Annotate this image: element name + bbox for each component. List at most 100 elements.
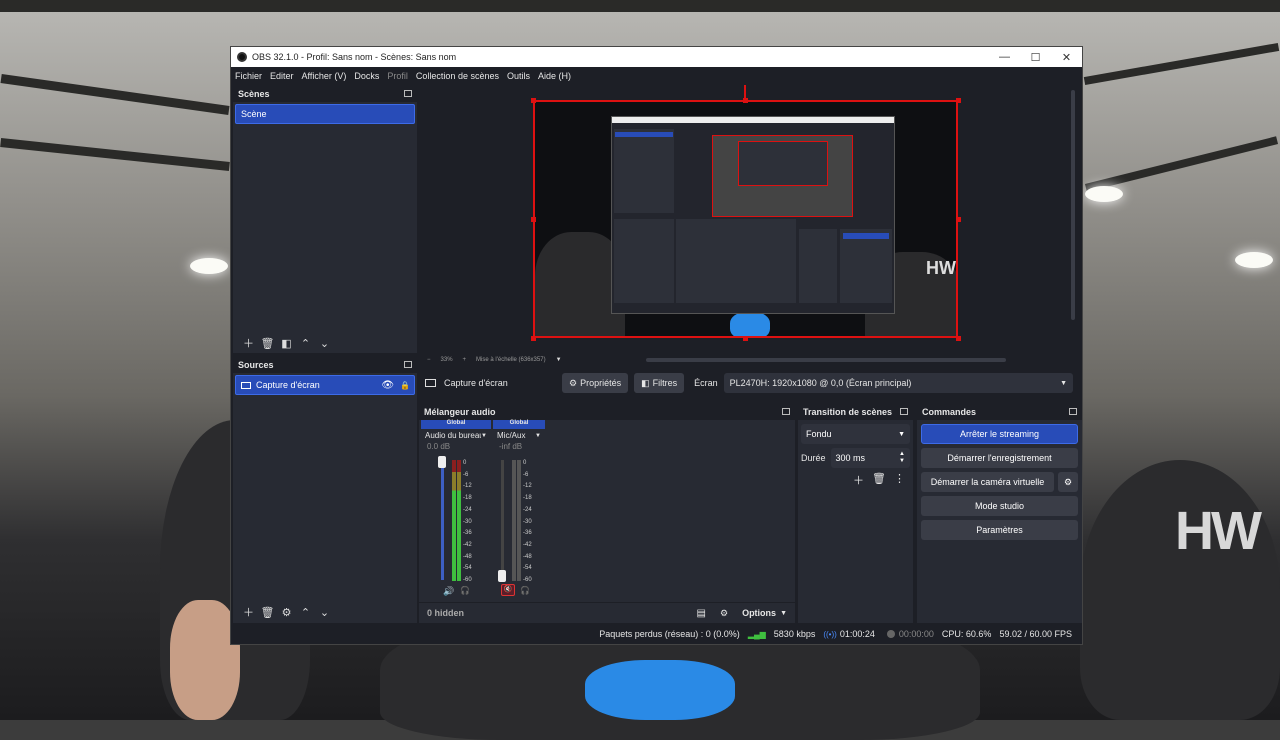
duration-spinbox[interactable]: 300 ms ▲ ▼ bbox=[830, 448, 910, 468]
channel-name-select[interactable]: Mic/Aux ▼ bbox=[493, 429, 545, 442]
add-icon[interactable]: ＋ bbox=[239, 335, 258, 351]
level-meter bbox=[457, 460, 461, 581]
layout-icon[interactable]: ▤ bbox=[697, 608, 706, 619]
speaker-icon[interactable]: 🔊 bbox=[443, 586, 454, 597]
resize-handle[interactable] bbox=[531, 336, 536, 341]
chevron-down-icon[interactable]: ▼ bbox=[780, 610, 787, 617]
meter-tick: -54 bbox=[463, 565, 472, 572]
studio-mode-button[interactable]: Mode studio bbox=[921, 496, 1078, 516]
trash-icon[interactable]: 🗑 bbox=[872, 472, 886, 488]
chevron-down-icon[interactable]: ▼ bbox=[556, 357, 562, 363]
gear-icon[interactable]: ⚙ bbox=[1058, 472, 1078, 492]
undock-icon[interactable] bbox=[782, 408, 790, 415]
resize-handle[interactable] bbox=[956, 217, 961, 222]
resize-handle[interactable] bbox=[956, 336, 961, 341]
menu-afficher[interactable]: Afficher (V) bbox=[302, 71, 347, 81]
volume-slider-handle[interactable] bbox=[498, 570, 506, 582]
menu-bar: Fichier Editer Afficher (V) Docks Profil… bbox=[231, 67, 1082, 84]
maximize-button[interactable]: ☐ bbox=[1020, 51, 1051, 64]
minimize-button[interactable]: — bbox=[989, 51, 1020, 64]
sources-toolbar: ＋ 🗑 ⚙ ⌃ ⌄ bbox=[233, 602, 417, 622]
gear-icon: ⚙ bbox=[569, 377, 578, 388]
up-arrow-icon[interactable]: ⌃ bbox=[296, 606, 315, 619]
add-icon[interactable]: ＋ bbox=[239, 604, 258, 620]
down-arrow-icon[interactable]: ⌄ bbox=[315, 606, 334, 619]
level-meter bbox=[512, 460, 516, 581]
start-recording-button[interactable]: Démarrer l'enregistrement bbox=[921, 448, 1078, 468]
audio-mixer-header: Mélangeur audio bbox=[419, 403, 795, 420]
properties-label: Propriétés bbox=[580, 378, 622, 388]
zoom-in-icon[interactable]: + bbox=[463, 357, 467, 363]
close-button[interactable]: ✕ bbox=[1051, 51, 1082, 64]
scene-item[interactable]: Scène bbox=[235, 104, 415, 124]
audio-mixer-footer: 0 hidden ▤ ⚙ Options ▼ bbox=[419, 602, 795, 623]
advanced-settings-icon[interactable]: ⚙ bbox=[720, 608, 728, 619]
undock-icon[interactable] bbox=[1069, 408, 1077, 415]
properties-button[interactable]: ⚙ Propriétés bbox=[562, 373, 629, 393]
eye-icon[interactable]: 👁 bbox=[381, 380, 394, 391]
spin-arrows-icon[interactable]: ▲ ▼ bbox=[899, 451, 905, 465]
undock-icon[interactable] bbox=[404, 90, 412, 97]
menu-editer[interactable]: Editer bbox=[270, 71, 294, 81]
hw-wall-logo: HW bbox=[926, 258, 956, 278]
rotation-handle[interactable] bbox=[744, 85, 746, 98]
resize-handle[interactable] bbox=[531, 98, 536, 103]
up-arrow-icon[interactable]: ⌃ bbox=[296, 337, 315, 350]
lock-icon[interactable]: 🔒 bbox=[400, 381, 410, 390]
resize-handle[interactable] bbox=[531, 217, 536, 222]
volume-slider-handle[interactable] bbox=[438, 456, 446, 468]
resize-handle[interactable] bbox=[743, 336, 748, 341]
menu-aide[interactable]: Aide (H) bbox=[538, 71, 571, 81]
screen-select-value: PL2470H: 1920x1080 @ 0,0 (Écran principa… bbox=[729, 378, 912, 388]
meter-tick: -60 bbox=[523, 577, 532, 584]
blue-logo-shirt bbox=[585, 660, 735, 720]
preview-area[interactable]: HW bbox=[419, 85, 1079, 367]
resize-handle[interactable] bbox=[956, 98, 961, 103]
filters-button[interactable]: ◧ Filtres bbox=[634, 373, 685, 393]
controls-header: Commandes bbox=[917, 403, 1082, 420]
zoom-out-icon[interactable]: − bbox=[427, 357, 431, 363]
hidden-count: 0 hidden bbox=[427, 608, 465, 618]
options-button[interactable]: Options bbox=[742, 608, 776, 618]
source-item[interactable]: Capture d'écran 👁 🔒 bbox=[235, 375, 415, 395]
horizontal-scrollbar[interactable] bbox=[646, 358, 1006, 362]
settings-button[interactable]: Paramètres bbox=[921, 520, 1078, 540]
stop-streaming-button[interactable]: Arrêter le streaming bbox=[921, 424, 1078, 444]
headphones-icon[interactable]: 🎧 bbox=[520, 586, 530, 595]
menu-outils[interactable]: Outils bbox=[507, 71, 530, 81]
menu-profil[interactable]: Profil bbox=[387, 71, 408, 81]
start-virtual-camera-button[interactable]: Démarrer la caméra virtuelle bbox=[921, 472, 1054, 492]
screen-select[interactable]: PL2470H: 1920x1080 @ 0,0 (Écran principa… bbox=[723, 373, 1073, 393]
nested-panel bbox=[799, 229, 837, 303]
add-icon[interactable]: ＋ bbox=[853, 472, 864, 488]
trash-icon[interactable]: 🗑 bbox=[258, 606, 277, 619]
more-options-icon[interactable]: ⋮ bbox=[894, 472, 905, 488]
down-arrow-icon[interactable]: ⌄ bbox=[315, 337, 334, 350]
volume-slider[interactable] bbox=[441, 458, 444, 580]
transition-value: Fondu bbox=[806, 429, 832, 439]
menu-docks[interactable]: Docks bbox=[354, 71, 379, 81]
source-context-bar: Capture d'écran ⚙ Propriétés ◧ Filtres É… bbox=[419, 370, 1079, 396]
record-icon bbox=[886, 630, 895, 638]
menu-fichier[interactable]: Fichier bbox=[235, 71, 262, 81]
volume-level: 0.0 dB bbox=[427, 442, 451, 451]
trash-icon[interactable]: 🗑 bbox=[258, 337, 277, 350]
preview-canvas[interactable]: HW bbox=[533, 100, 958, 338]
channel-name-select[interactable]: Audio du bureau ▼ bbox=[421, 429, 491, 442]
fps: 59.02 / 60.00 FPS bbox=[999, 629, 1072, 639]
volume-level: -inf dB bbox=[499, 442, 523, 451]
vertical-scrollbar[interactable] bbox=[1071, 90, 1075, 320]
headphones-icon[interactable]: 🎧 bbox=[460, 586, 470, 595]
muted-speaker-icon[interactable]: 🔇 bbox=[501, 584, 515, 596]
resize-handle[interactable] bbox=[743, 98, 748, 103]
undock-icon[interactable] bbox=[404, 361, 412, 368]
transition-select[interactable]: Fondu ▼ bbox=[801, 424, 910, 444]
volume-slider[interactable] bbox=[501, 460, 504, 580]
virtual-cam-row: Démarrer la caméra virtuelle ⚙ bbox=[917, 472, 1082, 496]
undock-icon[interactable] bbox=[900, 408, 908, 415]
filter-icon[interactable]: ◧ bbox=[277, 337, 296, 350]
menu-collection[interactable]: Collection de scènes bbox=[416, 71, 499, 81]
stream-time: 01:00:24 bbox=[839, 629, 875, 639]
gear-icon[interactable]: ⚙ bbox=[277, 606, 296, 619]
scenes-header: Scènes bbox=[233, 85, 417, 102]
